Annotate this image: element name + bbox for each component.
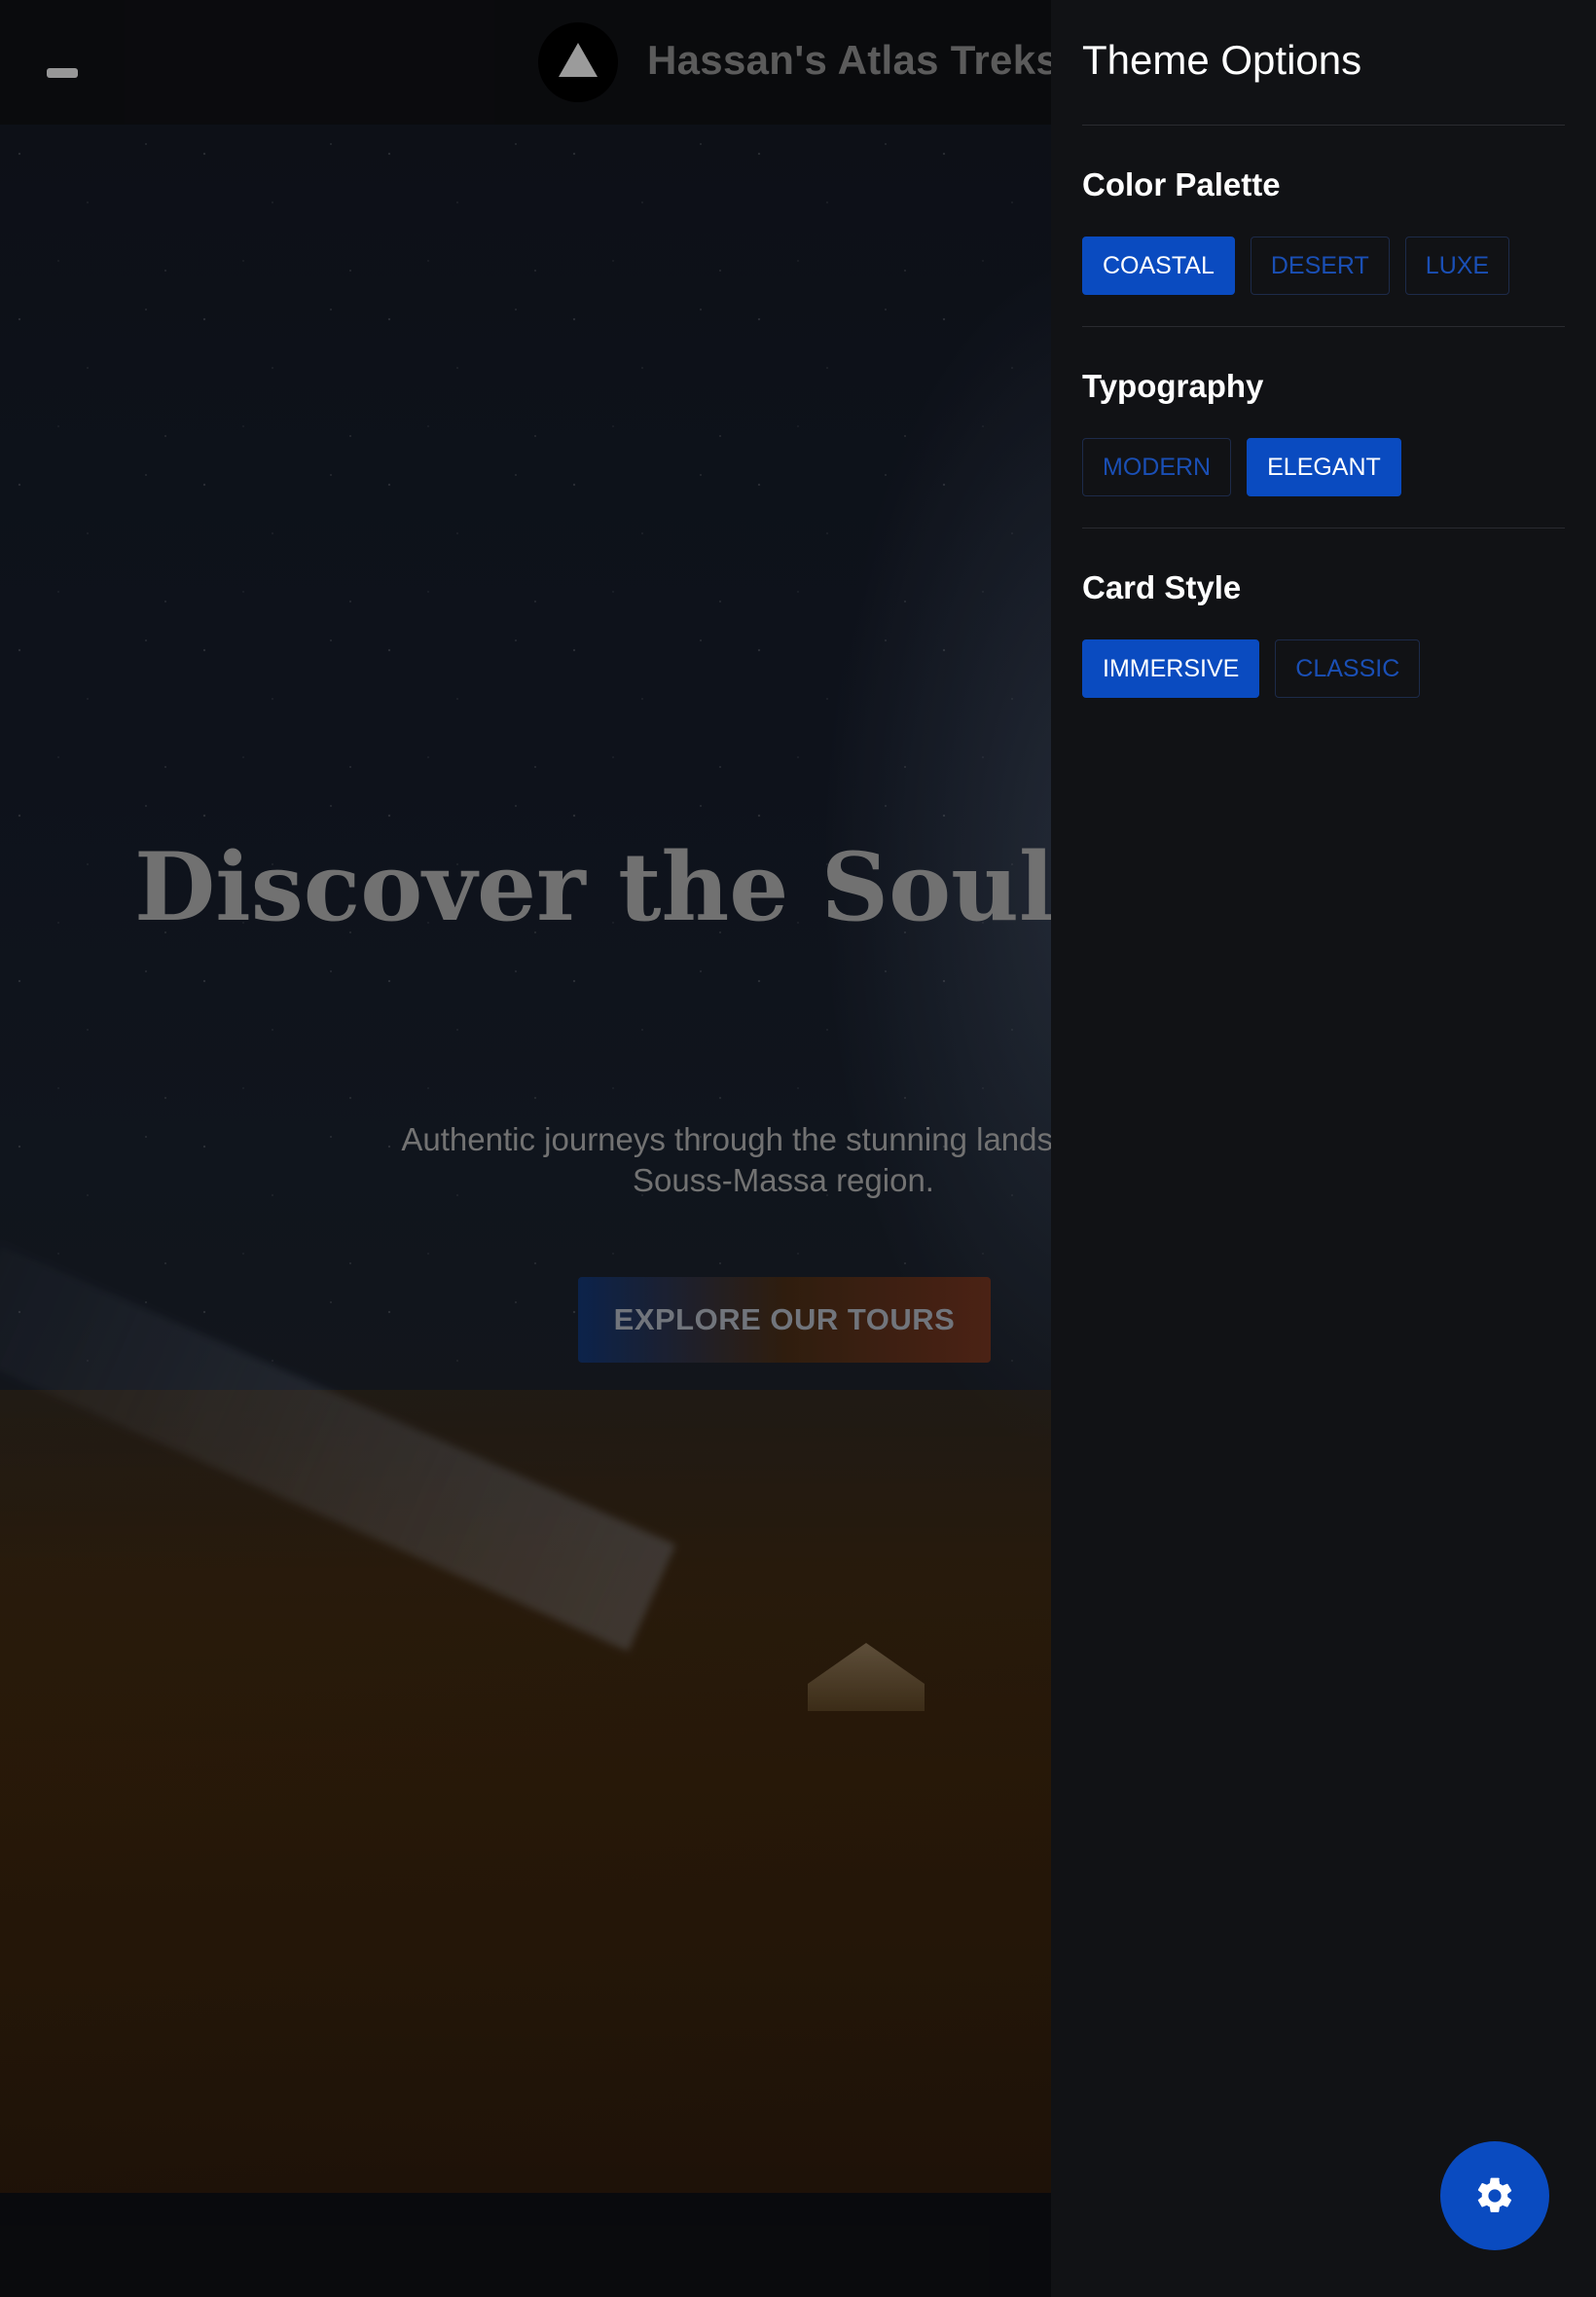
settings-fab-button[interactable] xyxy=(1440,2141,1549,2250)
section-title: Card Style xyxy=(1082,569,1242,605)
typography-options: MODERN ELEGANT xyxy=(1082,438,1565,496)
card-style-options: IMMERSIVE CLASSIC xyxy=(1082,639,1565,698)
palette-options: COASTAL DESERT LUXE xyxy=(1082,237,1565,295)
card-style-option-classic[interactable]: CLASSIC xyxy=(1275,639,1421,698)
theme-options-drawer: Theme Options Color Palette COASTAL DESE… xyxy=(1051,0,1596,2297)
section-typography: Typography MODERN ELEGANT xyxy=(1082,368,1565,496)
drawer-title: Theme Options xyxy=(1082,37,1362,83)
section-title: Color Palette xyxy=(1082,166,1281,202)
card-style-option-immersive[interactable]: IMMERSIVE xyxy=(1082,639,1260,698)
divider xyxy=(1082,125,1565,126)
drawer-overlay[interactable] xyxy=(0,0,1051,2297)
divider xyxy=(1082,326,1565,327)
section-card-style: Card Style IMMERSIVE CLASSIC xyxy=(1082,569,1565,698)
gear-icon xyxy=(1477,2177,1512,2212)
divider xyxy=(1082,528,1565,529)
typography-option-modern[interactable]: MODERN xyxy=(1082,438,1232,496)
section-color-palette: Color Palette COASTAL DESERT LUXE xyxy=(1082,166,1565,295)
palette-option-desert[interactable]: DESERT xyxy=(1250,237,1390,295)
section-title: Typography xyxy=(1082,368,1264,404)
typography-option-elegant[interactable]: ELEGANT xyxy=(1247,438,1401,496)
palette-option-coastal[interactable]: COASTAL xyxy=(1082,237,1235,295)
palette-option-luxe[interactable]: LUXE xyxy=(1404,237,1510,295)
